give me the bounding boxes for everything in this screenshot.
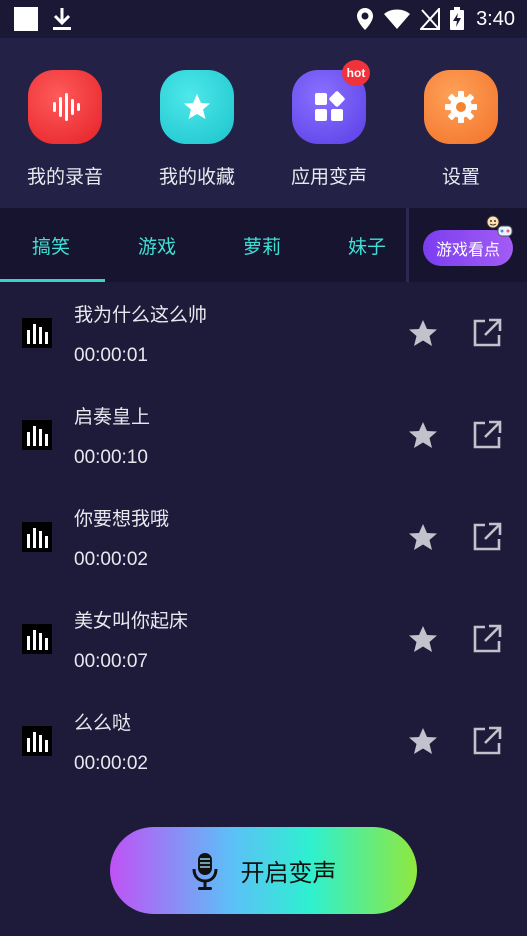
no-signal-icon — [420, 8, 441, 30]
list-item[interactable]: 我为什么这么帅 00:00:01 — [0, 282, 527, 384]
wifi-icon — [384, 9, 411, 29]
record-title: 启奏皇上 — [74, 406, 151, 428]
favorite-star-icon[interactable] — [407, 318, 439, 350]
record-duration: 00:00:07 — [74, 651, 148, 672]
shortcut-apply-voice[interactable]: hot 应用变声 — [269, 60, 389, 189]
shortcut-settings[interactable]: 设置 — [401, 70, 521, 189]
record-duration: 00:00:01 — [74, 345, 148, 366]
record-title: 你要想我哦 — [74, 508, 170, 530]
shortcut-my-recordings[interactable]: 我的录音 — [5, 70, 125, 189]
audio-bars-icon — [22, 522, 52, 552]
record-duration: 00:00:10 — [74, 447, 148, 468]
status-icons: 3:40 — [356, 6, 515, 32]
record-title: 美女叫你起床 — [74, 610, 189, 632]
waveform-icon — [28, 70, 102, 144]
shortcut-my-favorites[interactable]: 我的收藏 — [137, 70, 257, 189]
shortcut-label: 我的收藏 — [158, 166, 235, 188]
location-icon — [357, 8, 374, 30]
audio-bars-icon — [22, 420, 52, 450]
gear-icon — [424, 70, 498, 144]
start-button-label: 开启变声 — [240, 859, 337, 887]
record-title: 么么哒 — [74, 712, 132, 734]
hot-badge: hot — [342, 60, 370, 86]
tab-funny[interactable]: 搞笑 — [32, 232, 70, 259]
notification-app-icon — [14, 7, 38, 31]
record-duration: 00:00:02 — [74, 549, 148, 570]
shortcut-label: 我的录音 — [26, 166, 103, 188]
tab-game[interactable]: 游戏 — [138, 232, 176, 259]
apps-icon: hot — [292, 60, 370, 144]
list-item[interactable]: 你要想我哦 00:00:02 — [0, 486, 527, 588]
share-external-icon[interactable] — [471, 623, 503, 655]
audio-bars-icon — [22, 624, 52, 654]
record-title: 我为什么这么帅 — [74, 304, 208, 326]
shortcut-grid: 我的录音 我的收藏 hot 应用变声 设置 — [0, 38, 527, 208]
audio-bars-icon — [22, 726, 52, 756]
list-item[interactable]: 启奏皇上 00:00:10 — [0, 384, 527, 486]
favorite-star-icon[interactable] — [407, 726, 439, 758]
favorite-star-icon[interactable] — [407, 624, 439, 656]
share-external-icon[interactable] — [471, 317, 503, 349]
shortcut-label: 应用变声 — [290, 166, 367, 188]
microphone-icon — [192, 852, 217, 890]
list-item[interactable]: 么么哒 00:00:02 — [0, 690, 527, 792]
share-external-icon[interactable] — [471, 419, 503, 451]
record-duration: 00:00:02 — [74, 753, 148, 774]
status-bar: 3:40 — [0, 0, 527, 38]
share-external-icon[interactable] — [471, 521, 503, 553]
audio-bars-icon — [22, 318, 52, 348]
download-icon — [53, 8, 71, 30]
clock: 3:40 — [476, 7, 515, 30]
mascot-icon — [486, 215, 513, 237]
favorite-star-icon[interactable] — [407, 420, 439, 452]
favorite-star-icon[interactable] — [407, 522, 439, 554]
tabs-divider — [406, 208, 409, 282]
shortcut-label: 设置 — [441, 166, 480, 188]
tab-loli[interactable]: 萝莉 — [243, 232, 281, 259]
battery-charging-icon — [450, 7, 465, 30]
list-item[interactable]: 美女叫你起床 00:00:07 — [0, 588, 527, 690]
category-tabs: 搞笑 游戏 萝莉 妹子 游戏看点 — [0, 208, 527, 282]
share-external-icon[interactable] — [471, 725, 503, 757]
start-voice-changer-button[interactable]: 开启变声 — [110, 827, 417, 914]
tab-girl[interactable]: 妹子 — [348, 232, 386, 259]
star-icon — [160, 70, 234, 144]
